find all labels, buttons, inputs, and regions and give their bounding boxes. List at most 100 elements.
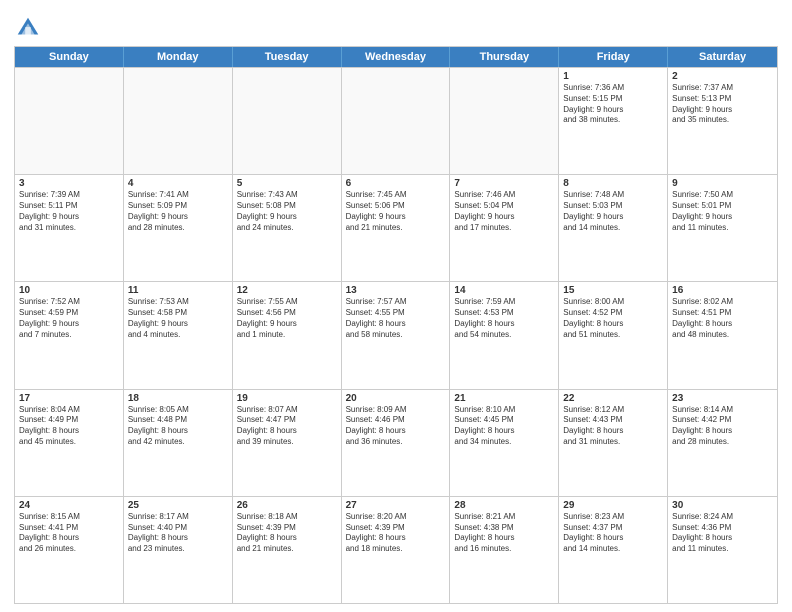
logo [14, 14, 46, 42]
header-day-thursday: Thursday [450, 47, 559, 67]
cell-text-14: Sunrise: 7:59 AM Sunset: 4:53 PM Dayligh… [454, 297, 554, 340]
header-day-saturday: Saturday [668, 47, 777, 67]
calendar-cell-22: 22Sunrise: 8:12 AM Sunset: 4:43 PM Dayli… [559, 390, 668, 496]
day-number-7: 7 [454, 178, 554, 189]
day-number-1: 1 [563, 71, 663, 82]
day-number-6: 6 [346, 178, 446, 189]
cell-text-24: Sunrise: 8:15 AM Sunset: 4:41 PM Dayligh… [19, 512, 119, 555]
calendar-row-3: 17Sunrise: 8:04 AM Sunset: 4:49 PM Dayli… [15, 389, 777, 496]
day-number-28: 28 [454, 500, 554, 511]
day-number-5: 5 [237, 178, 337, 189]
calendar-cell-23: 23Sunrise: 8:14 AM Sunset: 4:42 PM Dayli… [668, 390, 777, 496]
cell-text-4: Sunrise: 7:41 AM Sunset: 5:09 PM Dayligh… [128, 190, 228, 233]
header [14, 10, 778, 42]
calendar-cell-2: 2Sunrise: 7:37 AM Sunset: 5:13 PM Daylig… [668, 68, 777, 174]
calendar-cell-17: 17Sunrise: 8:04 AM Sunset: 4:49 PM Dayli… [15, 390, 124, 496]
cell-text-9: Sunrise: 7:50 AM Sunset: 5:01 PM Dayligh… [672, 190, 773, 233]
day-number-17: 17 [19, 393, 119, 404]
calendar-row-2: 10Sunrise: 7:52 AM Sunset: 4:59 PM Dayli… [15, 281, 777, 388]
calendar-cell-empty-0-1 [124, 68, 233, 174]
calendar-cell-21: 21Sunrise: 8:10 AM Sunset: 4:45 PM Dayli… [450, 390, 559, 496]
calendar-cell-empty-0-3 [342, 68, 451, 174]
cell-text-30: Sunrise: 8:24 AM Sunset: 4:36 PM Dayligh… [672, 512, 773, 555]
day-number-4: 4 [128, 178, 228, 189]
day-number-3: 3 [19, 178, 119, 189]
calendar-cell-7: 7Sunrise: 7:46 AM Sunset: 5:04 PM Daylig… [450, 175, 559, 281]
cell-text-20: Sunrise: 8:09 AM Sunset: 4:46 PM Dayligh… [346, 405, 446, 448]
day-number-25: 25 [128, 500, 228, 511]
calendar-cell-19: 19Sunrise: 8:07 AM Sunset: 4:47 PM Dayli… [233, 390, 342, 496]
day-number-26: 26 [237, 500, 337, 511]
calendar-cell-28: 28Sunrise: 8:21 AM Sunset: 4:38 PM Dayli… [450, 497, 559, 603]
calendar-cell-30: 30Sunrise: 8:24 AM Sunset: 4:36 PM Dayli… [668, 497, 777, 603]
calendar-cell-empty-0-2 [233, 68, 342, 174]
day-number-23: 23 [672, 393, 773, 404]
day-number-20: 20 [346, 393, 446, 404]
cell-text-19: Sunrise: 8:07 AM Sunset: 4:47 PM Dayligh… [237, 405, 337, 448]
calendar-cell-18: 18Sunrise: 8:05 AM Sunset: 4:48 PM Dayli… [124, 390, 233, 496]
cell-text-6: Sunrise: 7:45 AM Sunset: 5:06 PM Dayligh… [346, 190, 446, 233]
calendar-cell-27: 27Sunrise: 8:20 AM Sunset: 4:39 PM Dayli… [342, 497, 451, 603]
calendar-cell-8: 8Sunrise: 7:48 AM Sunset: 5:03 PM Daylig… [559, 175, 668, 281]
day-number-22: 22 [563, 393, 663, 404]
cell-text-5: Sunrise: 7:43 AM Sunset: 5:08 PM Dayligh… [237, 190, 337, 233]
day-number-12: 12 [237, 285, 337, 296]
calendar-cell-16: 16Sunrise: 8:02 AM Sunset: 4:51 PM Dayli… [668, 282, 777, 388]
logo-icon [14, 14, 42, 42]
cell-text-8: Sunrise: 7:48 AM Sunset: 5:03 PM Dayligh… [563, 190, 663, 233]
day-number-15: 15 [563, 285, 663, 296]
cell-text-16: Sunrise: 8:02 AM Sunset: 4:51 PM Dayligh… [672, 297, 773, 340]
calendar-cell-15: 15Sunrise: 8:00 AM Sunset: 4:52 PM Dayli… [559, 282, 668, 388]
header-day-monday: Monday [124, 47, 233, 67]
calendar-body: 1Sunrise: 7:36 AM Sunset: 5:15 PM Daylig… [15, 67, 777, 603]
day-number-30: 30 [672, 500, 773, 511]
cell-text-27: Sunrise: 8:20 AM Sunset: 4:39 PM Dayligh… [346, 512, 446, 555]
cell-text-3: Sunrise: 7:39 AM Sunset: 5:11 PM Dayligh… [19, 190, 119, 233]
day-number-13: 13 [346, 285, 446, 296]
calendar-cell-4: 4Sunrise: 7:41 AM Sunset: 5:09 PM Daylig… [124, 175, 233, 281]
day-number-24: 24 [19, 500, 119, 511]
calendar-cell-29: 29Sunrise: 8:23 AM Sunset: 4:37 PM Dayli… [559, 497, 668, 603]
cell-text-26: Sunrise: 8:18 AM Sunset: 4:39 PM Dayligh… [237, 512, 337, 555]
calendar-row-1: 3Sunrise: 7:39 AM Sunset: 5:11 PM Daylig… [15, 174, 777, 281]
calendar-cell-empty-0-0 [15, 68, 124, 174]
calendar-cell-6: 6Sunrise: 7:45 AM Sunset: 5:06 PM Daylig… [342, 175, 451, 281]
day-number-19: 19 [237, 393, 337, 404]
day-number-16: 16 [672, 285, 773, 296]
calendar-cell-5: 5Sunrise: 7:43 AM Sunset: 5:08 PM Daylig… [233, 175, 342, 281]
day-number-8: 8 [563, 178, 663, 189]
calendar-row-0: 1Sunrise: 7:36 AM Sunset: 5:15 PM Daylig… [15, 67, 777, 174]
cell-text-25: Sunrise: 8:17 AM Sunset: 4:40 PM Dayligh… [128, 512, 228, 555]
cell-text-17: Sunrise: 8:04 AM Sunset: 4:49 PM Dayligh… [19, 405, 119, 448]
cell-text-21: Sunrise: 8:10 AM Sunset: 4:45 PM Dayligh… [454, 405, 554, 448]
day-number-21: 21 [454, 393, 554, 404]
calendar-cell-9: 9Sunrise: 7:50 AM Sunset: 5:01 PM Daylig… [668, 175, 777, 281]
cell-text-2: Sunrise: 7:37 AM Sunset: 5:13 PM Dayligh… [672, 83, 773, 126]
calendar-cell-1: 1Sunrise: 7:36 AM Sunset: 5:15 PM Daylig… [559, 68, 668, 174]
day-number-27: 27 [346, 500, 446, 511]
day-number-11: 11 [128, 285, 228, 296]
calendar-cell-25: 25Sunrise: 8:17 AM Sunset: 4:40 PM Dayli… [124, 497, 233, 603]
cell-text-22: Sunrise: 8:12 AM Sunset: 4:43 PM Dayligh… [563, 405, 663, 448]
calendar-cell-11: 11Sunrise: 7:53 AM Sunset: 4:58 PM Dayli… [124, 282, 233, 388]
cell-text-1: Sunrise: 7:36 AM Sunset: 5:15 PM Dayligh… [563, 83, 663, 126]
calendar-cell-14: 14Sunrise: 7:59 AM Sunset: 4:53 PM Dayli… [450, 282, 559, 388]
header-day-wednesday: Wednesday [342, 47, 451, 67]
cell-text-29: Sunrise: 8:23 AM Sunset: 4:37 PM Dayligh… [563, 512, 663, 555]
calendar-row-4: 24Sunrise: 8:15 AM Sunset: 4:41 PM Dayli… [15, 496, 777, 603]
calendar-cell-24: 24Sunrise: 8:15 AM Sunset: 4:41 PM Dayli… [15, 497, 124, 603]
cell-text-13: Sunrise: 7:57 AM Sunset: 4:55 PM Dayligh… [346, 297, 446, 340]
calendar-header: SundayMondayTuesdayWednesdayThursdayFrid… [15, 47, 777, 67]
calendar-cell-10: 10Sunrise: 7:52 AM Sunset: 4:59 PM Dayli… [15, 282, 124, 388]
day-number-29: 29 [563, 500, 663, 511]
page: SundayMondayTuesdayWednesdayThursdayFrid… [0, 0, 792, 612]
cell-text-10: Sunrise: 7:52 AM Sunset: 4:59 PM Dayligh… [19, 297, 119, 340]
day-number-2: 2 [672, 71, 773, 82]
day-number-10: 10 [19, 285, 119, 296]
day-number-9: 9 [672, 178, 773, 189]
header-day-tuesday: Tuesday [233, 47, 342, 67]
cell-text-28: Sunrise: 8:21 AM Sunset: 4:38 PM Dayligh… [454, 512, 554, 555]
header-day-friday: Friday [559, 47, 668, 67]
header-day-sunday: Sunday [15, 47, 124, 67]
day-number-14: 14 [454, 285, 554, 296]
